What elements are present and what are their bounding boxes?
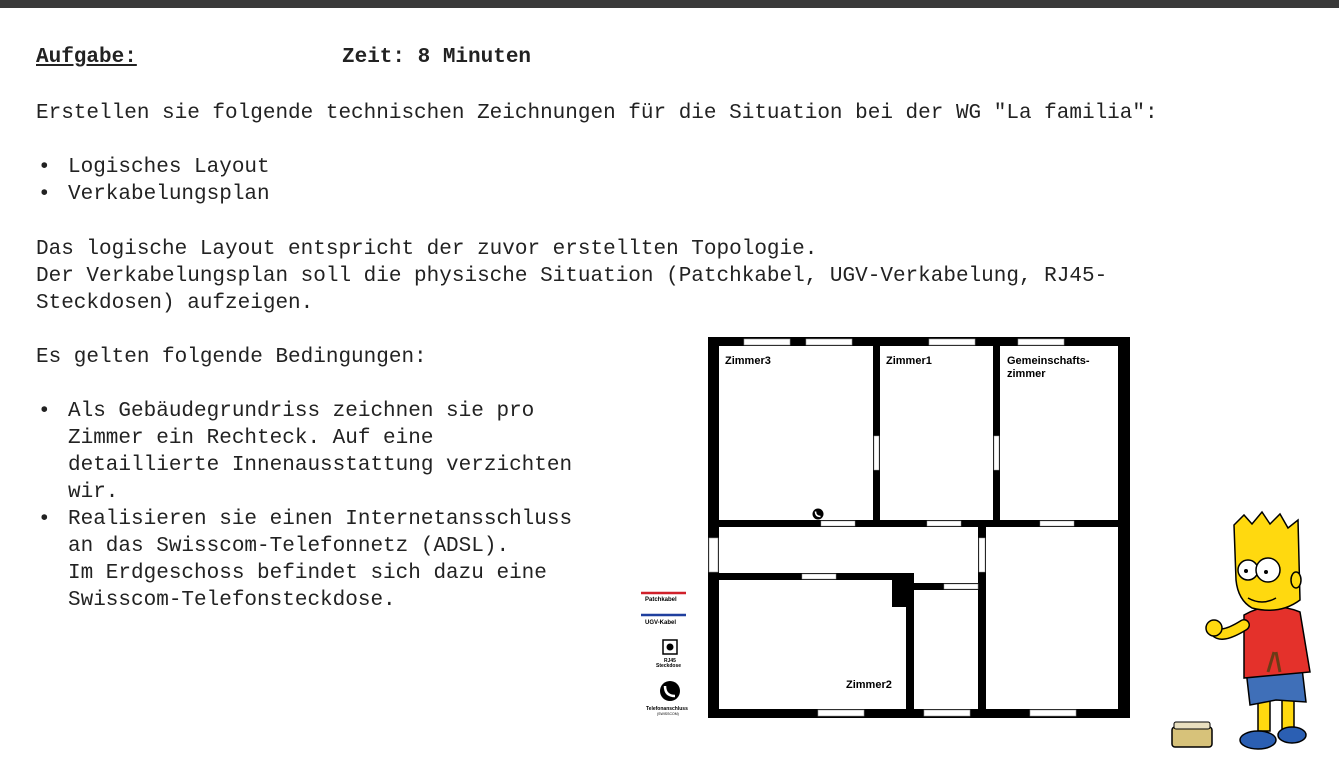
list-item: Logisches Layout — [36, 154, 270, 181]
telephone-socket-icon — [660, 681, 680, 701]
legend-ugv-kabel: UGV-Kabel — [645, 620, 676, 626]
conditions-heading: Es gelten folgende Bedingungen: — [36, 346, 427, 369]
list-item: Verkabelungsplan — [36, 181, 270, 208]
legend-patchkabel: Patchkabel — [645, 597, 677, 603]
doors — [801, 435, 1075, 590]
list-item: Realisieren sie einen Internetansschluss… — [36, 506, 572, 614]
floor-plan: Zimmer3 Zimmer1 Gemeinschafts- zimmer Zi… — [641, 337, 1130, 718]
room-label-gemeinschaft-1: Gemeinschafts- — [1007, 355, 1090, 367]
legend: Patchkabel UGV-Kabel RJ45 Steckdose Tele… — [641, 591, 688, 716]
description-line-2: Der Verkabelungsplan soll die physische … — [36, 265, 1108, 288]
window-left — [708, 537, 719, 573]
drawings-list: Logisches Layout Verkabelungsplan — [36, 154, 270, 208]
windows-bottom — [817, 709, 1077, 717]
wall-z2-bath — [906, 573, 914, 709]
wall-z1-gz — [993, 346, 1000, 524]
list-item: Als Gebäudegrundriss zeichnen sie pro Zi… — [36, 398, 572, 506]
room-label-zimmer2: Zimmer2 — [846, 679, 892, 691]
description-line-3: Steckdosen) aufzeigen. — [36, 292, 314, 315]
wall-right — [1118, 337, 1130, 718]
task-label: Aufgabe: — [36, 46, 137, 69]
conditions-list: Als Gebäudegrundriss zeichnen sie pro Zi… — [36, 398, 572, 614]
intro-text: Erstellen sie folgende technischen Zeich… — [36, 102, 1158, 125]
rj45-socket-icon — [662, 639, 678, 655]
time-label: Zeit: 8 Minuten — [342, 46, 532, 69]
sponge-icon — [1171, 721, 1213, 748]
top-bar — [0, 0, 1339, 8]
wall-left — [708, 337, 719, 718]
wall-z3-z1 — [873, 346, 880, 524]
room-label-zimmer3: Zimmer3 — [725, 355, 771, 367]
room-label-gemeinschaft-2: zimmer — [1007, 368, 1046, 380]
phone-socket-icon — [812, 508, 824, 520]
legend-rj45-2: Steckdose — [656, 663, 681, 669]
description-line-1: Das logische Layout entspricht der zuvor… — [36, 238, 818, 261]
cartoon-character-illustration — [1171, 510, 1311, 750]
room-label-zimmer1: Zimmer1 — [886, 355, 932, 367]
legend-telefon-2: (SWISSCOM) — [657, 712, 679, 716]
